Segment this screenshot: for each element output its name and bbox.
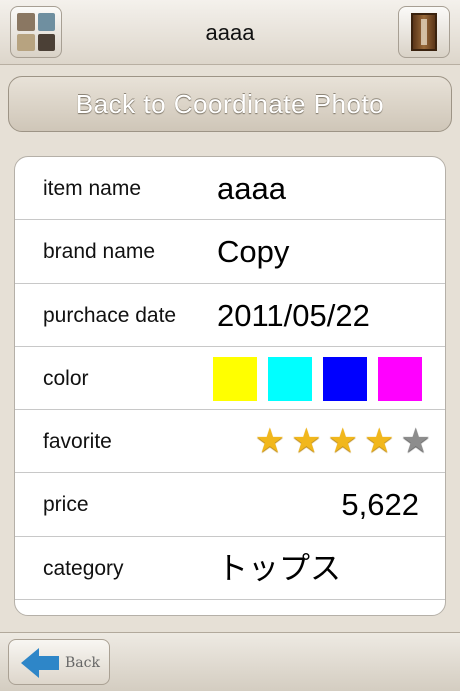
star-filled-icon[interactable]: ★ (364, 424, 394, 458)
favorite-rating: ★ ★ ★ ★ ★ (255, 424, 431, 458)
item-name-row: item name aaaa (15, 157, 445, 221)
closet-button[interactable] (398, 6, 450, 58)
category-value: トップス (217, 550, 341, 586)
next-row-partial (15, 600, 445, 615)
price-value: 5,622 (341, 487, 419, 523)
color-swatch-2[interactable] (268, 356, 312, 401)
brand-name-row: brand name Copy (15, 220, 445, 284)
item-name-value: aaaa (217, 171, 286, 206)
star-filled-icon[interactable]: ★ (291, 424, 321, 458)
color-swatches (213, 356, 422, 401)
category-label: category (43, 556, 124, 580)
color-label: color (43, 366, 89, 390)
navigation-bar: aaaa (0, 0, 460, 65)
price-label: price (43, 493, 89, 517)
favorite-label: favorite (43, 430, 112, 454)
closet-icon (411, 13, 437, 51)
bottom-toolbar: Back (0, 632, 460, 691)
purchase-date-value: 2011/05/22 (217, 297, 370, 333)
color-swatch-4[interactable] (378, 356, 422, 401)
back-to-coordinate-photo-button[interactable]: Back to Coordinate Photo (8, 76, 452, 132)
color-swatch-3[interactable] (323, 356, 367, 401)
category-row: category トップス (15, 537, 445, 601)
purchase-date-label: purchace date (43, 303, 177, 327)
item-name-label: item name (43, 177, 142, 200)
star-filled-icon[interactable]: ★ (255, 424, 285, 458)
brand-name-label: brand name (43, 240, 156, 264)
back-button[interactable]: Back (8, 639, 110, 685)
star-empty-icon[interactable]: ★ (401, 424, 431, 458)
page-title: aaaa (205, 20, 255, 45)
color-row: color (15, 347, 445, 411)
color-swatch-1[interactable] (213, 356, 257, 401)
brand-name-value: Copy (217, 234, 290, 270)
back-button-label: Back (65, 655, 100, 671)
price-row: price 5,622 (15, 473, 445, 537)
favorite-row: favorite ★ ★ ★ ★ ★ (15, 410, 445, 474)
purchase-date-row: purchace date 2011/05/22 (15, 284, 445, 347)
item-details-panel: item name aaaa brand name Copy purchace … (14, 156, 446, 616)
star-filled-icon[interactable]: ★ (328, 424, 358, 458)
